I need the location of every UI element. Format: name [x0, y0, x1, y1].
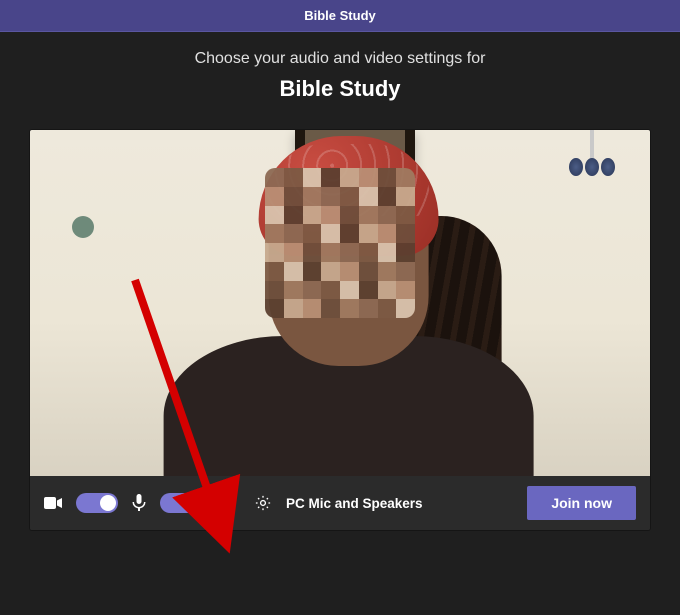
audio-device-label[interactable]: PC Mic and Speakers	[286, 496, 423, 511]
camera-preview	[30, 130, 650, 476]
join-now-button[interactable]: Join now	[527, 486, 636, 520]
stage: PC Mic and Speakers Join now	[0, 130, 680, 615]
preview-card: PC Mic and Speakers Join now	[30, 130, 650, 530]
intro-block: Choose your audio and video settings for…	[0, 50, 680, 102]
camera-icon	[44, 496, 62, 510]
prejoin-window: Bible Study Choose your audio and video …	[0, 0, 680, 615]
window-titlebar: Bible Study	[0, 0, 680, 32]
meeting-name: Bible Study	[0, 76, 680, 102]
controls-bar: PC Mic and Speakers Join now	[30, 476, 650, 530]
mic-toggle[interactable]	[160, 493, 202, 513]
intro-text: Choose your audio and video settings for	[0, 50, 680, 68]
camera-toggle[interactable]	[76, 493, 118, 513]
face-blur-overlay	[265, 168, 415, 318]
mic-icon	[132, 494, 146, 512]
gear-icon[interactable]	[254, 494, 272, 512]
background-blur-icon[interactable]	[216, 494, 234, 512]
window-title: Bible Study	[304, 8, 376, 23]
